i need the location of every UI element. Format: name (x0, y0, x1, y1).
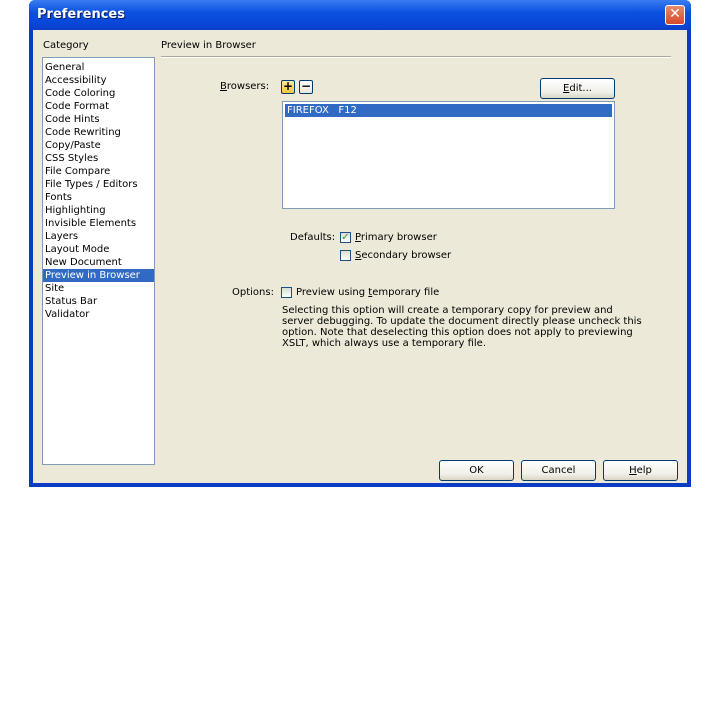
browsers-label: Browsers: (220, 81, 270, 92)
category-item[interactable]: Code Format (43, 100, 154, 113)
secondary-browser-checkbox[interactable] (340, 250, 351, 261)
close-icon[interactable]: ✕ (665, 5, 685, 25)
browsers-list[interactable]: FIREFOX F12 (282, 101, 615, 209)
category-item[interactable]: Site (43, 282, 154, 295)
primary-browser-checkbox[interactable]: ✓ (340, 232, 351, 243)
category-item[interactable]: File Types / Editors (43, 178, 154, 191)
category-item[interactable]: Invisible Elements (43, 217, 154, 230)
category-item[interactable]: Validator (43, 308, 154, 321)
remove-browser-button[interactable]: − (299, 80, 313, 94)
category-item[interactable]: Accessibility (43, 74, 154, 87)
category-item[interactable]: Layers (43, 230, 154, 243)
cancel-button[interactable]: Cancel (521, 460, 596, 481)
category-item[interactable]: File Compare (43, 165, 154, 178)
section-divider (161, 56, 671, 58)
options-label: Options: (232, 287, 274, 298)
category-item[interactable]: Code Coloring (43, 87, 154, 100)
category-item[interactable]: New Document (43, 256, 154, 269)
option-description: Selecting this option will create a temp… (282, 305, 642, 349)
category-item[interactable]: Preview in Browser (43, 269, 154, 282)
category-item[interactable]: Fonts (43, 191, 154, 204)
category-item[interactable]: Highlighting (43, 204, 154, 217)
preferences-dialog: Preferences ✕ Category General Accessibil… (29, 0, 691, 487)
category-list[interactable]: General Accessibility Code Coloring Code Fo… (42, 57, 155, 465)
category-item[interactable]: CSS Styles (43, 152, 154, 165)
preview-temp-file-checkbox[interactable] (281, 287, 292, 298)
title-bar[interactable]: Preferences ✕ (29, 0, 691, 30)
ok-button[interactable]: OK (439, 460, 514, 481)
category-item[interactable]: Status Bar (43, 295, 154, 308)
window-title: Preferences (37, 7, 125, 22)
help-button[interactable]: Help (603, 460, 678, 481)
preview-temp-file-label[interactable]: Preview using temporary file (296, 287, 439, 298)
section-title: Preview in Browser (161, 40, 256, 51)
primary-browser-label[interactable]: Primary browser (355, 232, 437, 243)
defaults-label: Defaults: (290, 232, 336, 243)
category-item[interactable]: Code Rewriting (43, 126, 154, 139)
category-label: Category (43, 40, 89, 51)
category-item[interactable]: Copy/Paste (43, 139, 154, 152)
category-item[interactable]: General (43, 61, 154, 74)
edit-button[interactable]: Edit... (540, 78, 615, 99)
browser-list-item[interactable]: FIREFOX F12 (285, 104, 612, 117)
category-item[interactable]: Layout Mode (43, 243, 154, 256)
dialog-body: Category General Accessibility Code Colori… (33, 30, 687, 483)
category-item[interactable]: Code Hints (43, 113, 154, 126)
secondary-browser-label[interactable]: Secondary browser (355, 250, 451, 261)
add-browser-button[interactable]: + (281, 80, 295, 94)
